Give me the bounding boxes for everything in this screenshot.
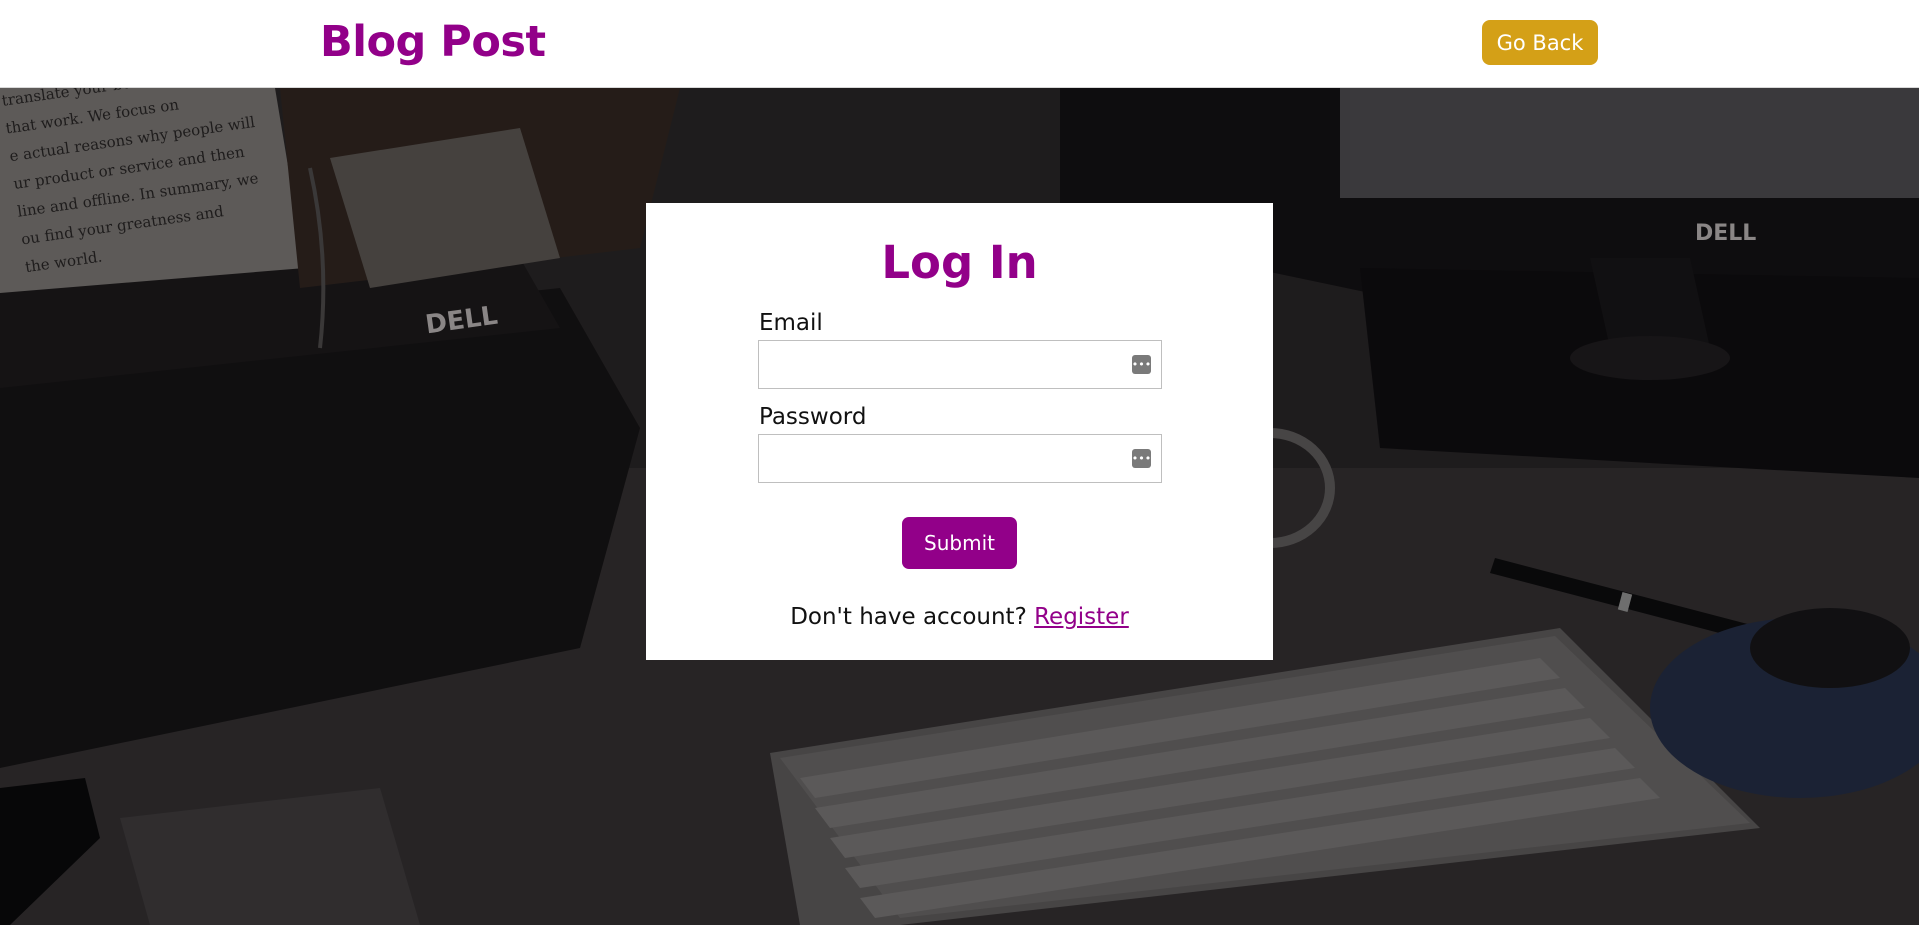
email-field[interactable]: ••• (758, 340, 1162, 389)
email-label: Email (759, 310, 823, 336)
site-brand[interactable]: Blog Post (320, 14, 546, 70)
autofill-key-icon[interactable]: ••• (1132, 449, 1151, 468)
login-title: Log In (881, 236, 1038, 289)
login-card: Log In Email ••• Password ••• Submit Don… (646, 203, 1273, 660)
go-back-button[interactable]: Go Back (1482, 20, 1598, 65)
site-header: Blog Post Go Back (0, 0, 1919, 88)
right-monitor-brand: DELL (1695, 221, 1756, 246)
no-account-text: Don't have account? (790, 604, 1027, 630)
password-label: Password (759, 404, 867, 430)
email-input[interactable] (759, 341, 1161, 388)
register-link[interactable]: Register (1034, 604, 1129, 630)
autofill-key-icon[interactable]: ••• (1132, 355, 1151, 374)
submit-button[interactable]: Submit (902, 517, 1017, 569)
password-field[interactable]: ••• (758, 434, 1162, 483)
password-input[interactable] (759, 435, 1161, 482)
register-prompt: Don't have account? Register (646, 602, 1273, 632)
